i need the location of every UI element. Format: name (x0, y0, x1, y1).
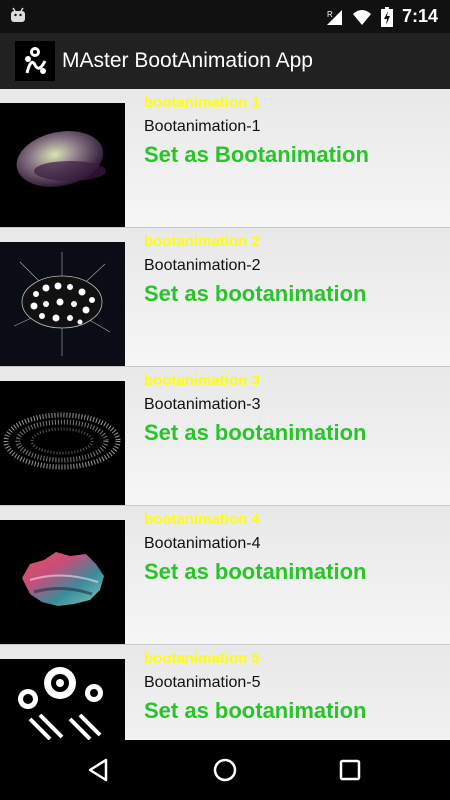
back-icon[interactable] (84, 755, 114, 785)
set-bootanimation-button[interactable]: Set as bootanimation (144, 698, 366, 724)
set-bootanimation-button[interactable]: Set as bootanimation (144, 559, 366, 585)
wifi-icon (352, 9, 371, 25)
set-bootanimation-button[interactable]: Set as bootanimation (144, 420, 366, 446)
item-name: bootanimation 3 (144, 372, 260, 389)
item-name: bootanimation 4 (144, 511, 260, 528)
battery-charging-icon (380, 6, 393, 27)
clock: 7:14 (401, 6, 438, 26)
item-subtitle: Bootanimation-1 (144, 118, 261, 135)
item-name: bootanimation 1 (144, 94, 260, 111)
signal-r-icon: R (326, 9, 342, 25)
item-name: bootanimation 2 (144, 233, 260, 250)
item-subtitle: Bootanimation-4 (144, 535, 261, 552)
list-item[interactable]: bootanimation 3 Bootanimation-3 Set as b… (0, 367, 450, 506)
item-subtitle: Bootanimation-3 (144, 396, 261, 413)
item-subtitle: Bootanimation-2 (144, 257, 261, 274)
android-icon (11, 7, 25, 22)
item-name: bootanimation 5 (144, 650, 260, 667)
set-bootanimation-button[interactable]: Set as Bootanimation (144, 142, 369, 168)
list-item[interactable]: bootanimation 1 Bootanimation-1 Set as B… (0, 89, 450, 228)
home-icon[interactable] (210, 755, 240, 785)
status-bar: R 7:14 (0, 0, 450, 33)
list-item[interactable]: bootanimation 2 Bootanimation-2 Set as b… (0, 228, 450, 367)
set-bootanimation-button[interactable]: Set as bootanimation (144, 281, 366, 307)
bootanimation-list: bootanimation 1 Bootanimation-1 Set as B… (0, 89, 450, 740)
svg-text:R: R (327, 10, 333, 19)
app-bar: MAster BootAnimation App (0, 33, 450, 89)
thumbnail-image (0, 103, 125, 227)
thumbnail-image (0, 659, 125, 740)
thumbnail-image (0, 520, 125, 644)
app-title: MAster BootAnimation App (62, 49, 313, 72)
thumbnail-image (0, 381, 125, 505)
recents-icon[interactable] (335, 755, 365, 785)
list-item[interactable]: bootanimation 5 Bootanimation-5 Set as b… (0, 645, 450, 740)
navigation-bar (0, 740, 450, 800)
app-logo-icon (15, 41, 55, 81)
list-item[interactable]: bootanimation 4 Bootanimation-4 Set as b… (0, 506, 450, 645)
item-subtitle: Bootanimation-5 (144, 674, 261, 691)
thumbnail-image (0, 242, 125, 366)
